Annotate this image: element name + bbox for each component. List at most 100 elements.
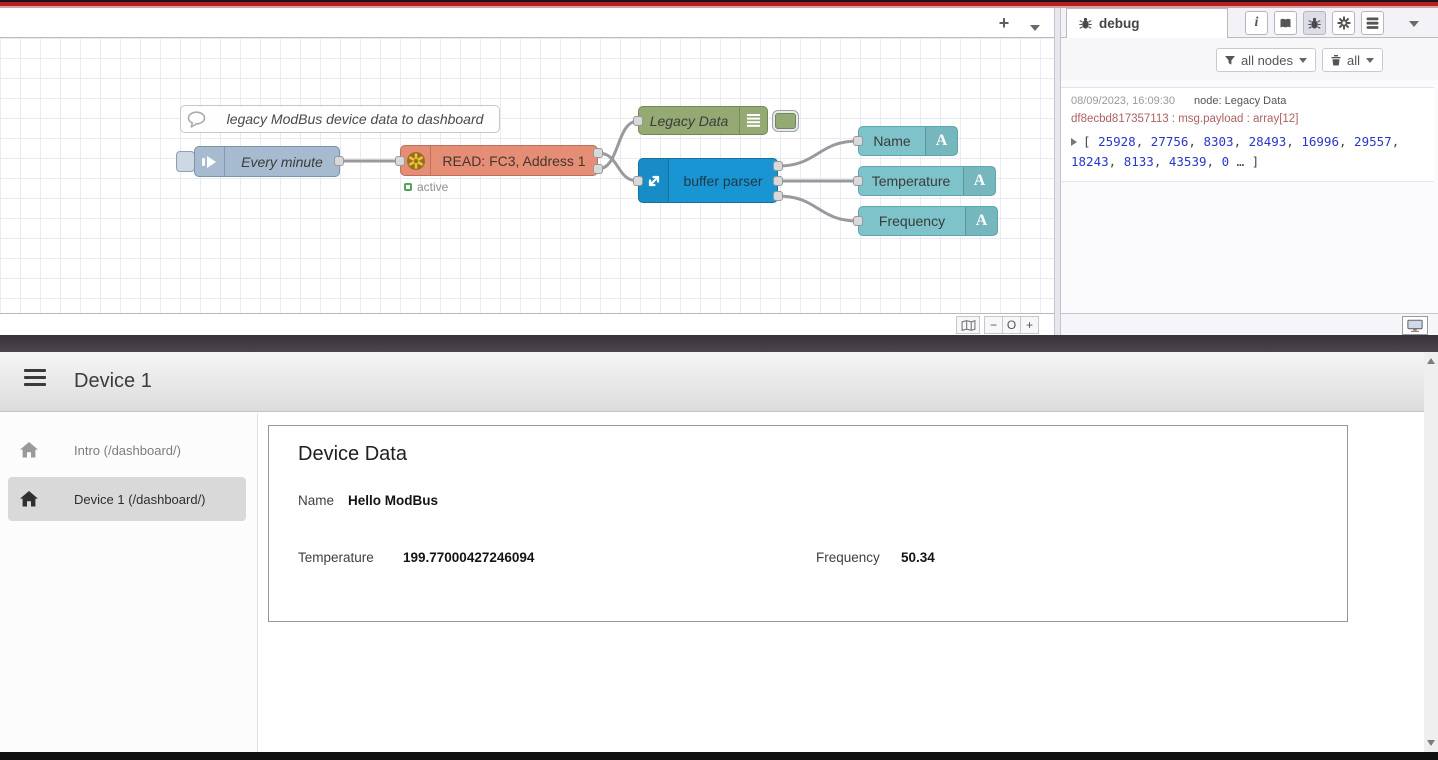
ui-text-label: Temperature <box>859 167 963 195</box>
flow-list-chevron-icon[interactable] <box>1030 25 1040 31</box>
sidebar-tabrow: debug i <box>1061 8 1438 38</box>
menu-button[interactable] <box>24 369 46 386</box>
monitor-icon <box>1407 319 1423 333</box>
frequency-value: 50.34 <box>901 550 935 565</box>
dashboard-scrollbar[interactable] <box>1424 352 1438 752</box>
inject-node-label: Every minute <box>225 147 339 176</box>
expand-arrow-icon[interactable] <box>1071 138 1077 146</box>
tab-debug-button[interactable] <box>1303 11 1326 35</box>
wire[interactable] <box>598 121 638 169</box>
wire[interactable] <box>778 141 858 166</box>
debug-footer <box>1061 313 1438 335</box>
tab-info-button[interactable]: i <box>1245 11 1268 35</box>
inject-node[interactable]: Every minute <box>194 146 340 177</box>
status-text: active <box>417 180 448 194</box>
buffer-parser-label: buffer parser <box>669 159 777 202</box>
port-in[interactable] <box>853 216 863 226</box>
debug-list-icon <box>739 107 767 134</box>
card-title: Device Data <box>298 443 407 466</box>
zoom-in-button[interactable]: + <box>1020 316 1039 334</box>
add-flow-button[interactable]: + <box>994 13 1014 33</box>
comment-bubble-icon <box>181 106 211 132</box>
comment-node-label: legacy ModBus device data to dashboard <box>211 106 499 132</box>
debug-message[interactable]: 08/09/2023, 16:09:30 node: Legacy Data d… <box>1061 87 1434 182</box>
tab-context-button[interactable] <box>1361 11 1384 35</box>
tab-help-button[interactable] <box>1274 11 1297 35</box>
flow-canvas[interactable]: legacy ModBus device data to dashboard E… <box>0 38 1054 313</box>
port-in[interactable] <box>853 136 863 146</box>
wire[interactable] <box>778 196 858 221</box>
ui-text-node-frequency[interactable]: Frequency A <box>858 206 998 236</box>
trash-icon <box>1331 55 1341 66</box>
temperature-value: 199.77000427246094 <box>403 550 534 565</box>
port-out[interactable] <box>773 161 783 171</box>
ui-text-label: Frequency <box>859 207 965 235</box>
tab-debug[interactable]: debug <box>1066 8 1228 38</box>
debug-msgid-path: df8ecbd817357113 : msg.payload : array[1… <box>1071 113 1424 125</box>
gear-icon <box>1337 16 1351 30</box>
port-out[interactable] <box>593 148 603 158</box>
debug-node[interactable]: Legacy Data <box>638 106 768 135</box>
ui-text-label: Name <box>859 127 925 155</box>
flow-tabbar: + <box>0 8 1054 38</box>
zoom-reset-button[interactable]: O <box>1002 316 1021 334</box>
port-out[interactable] <box>773 176 783 186</box>
debug-sidebar: debug i all nodes <box>1061 8 1438 335</box>
ui-text-node-temperature[interactable]: Temperature A <box>858 166 996 196</box>
chevron-down-icon <box>1366 58 1374 63</box>
dashboard-sidebar: Intro (/dashboard/) Device 1 (/dashboard… <box>0 413 258 752</box>
modbus-read-node[interactable]: READ: FC3, Address 1 <box>400 145 598 176</box>
screen: + legacy ModBus device data to dashboard <box>0 0 1438 760</box>
bug-icon <box>1308 17 1321 30</box>
text-a-icon: A <box>963 167 995 195</box>
debug-payload-array: [ 25928, 27756, 8303, 28493, 16996, 2955… <box>1071 134 1399 169</box>
debug-source-node: node: Legacy Data <box>1194 95 1286 107</box>
tab-config-button[interactable] <box>1332 11 1355 35</box>
port-out[interactable] <box>773 191 783 201</box>
debug-enable-toggle[interactable] <box>772 110 799 132</box>
scroll-down-icon[interactable] <box>1427 740 1435 746</box>
clear-messages-label: all <box>1347 53 1360 68</box>
sidebar-menu-chevron-icon[interactable] <box>1409 21 1419 27</box>
info-icon: i <box>1255 15 1259 31</box>
port-out[interactable] <box>334 156 344 166</box>
debug-filter-row: all nodes all <box>1061 38 1438 80</box>
navigator-button[interactable] <box>956 316 980 334</box>
wire[interactable] <box>598 153 638 181</box>
sidebar-item-label: Device 1 (/dashboard/) <box>74 492 206 507</box>
frequency-label: Frequency <box>816 550 880 565</box>
port-in[interactable] <box>633 116 643 126</box>
open-debug-window-button[interactable] <box>1402 316 1428 335</box>
port-in[interactable] <box>853 176 863 186</box>
inject-arrow-icon <box>195 147 225 176</box>
window-bottom-edge <box>0 752 1438 760</box>
debug-timestamp: 08/09/2023, 16:09:30 <box>1071 95 1175 107</box>
port-out[interactable] <box>593 164 603 174</box>
zoom-out-button[interactable]: − <box>984 316 1003 334</box>
device-data-card: Device Data Name Hello ModBus Temperatur… <box>268 425 1348 622</box>
port-in[interactable] <box>395 156 405 166</box>
home-icon <box>20 491 38 507</box>
port-in[interactable] <box>633 176 643 186</box>
ui-text-node-name[interactable]: Name A <box>858 126 958 156</box>
name-label: Name <box>298 493 334 508</box>
text-a-icon: A <box>925 127 957 155</box>
modbus-read-label: READ: FC3, Address 1 <box>431 146 597 175</box>
buffer-parser-node[interactable]: buffer parser <box>638 158 778 203</box>
sidebar-resize-handle[interactable] <box>1054 8 1061 335</box>
text-a-icon: A <box>965 207 997 235</box>
sidebar-item-intro[interactable]: Intro (/dashboard/) <box>8 429 246 471</box>
clear-messages-button[interactable]: all <box>1322 48 1383 72</box>
window-separator <box>0 335 1438 352</box>
dashboard-header: Device 1 <box>0 352 1438 412</box>
sidebar-item-device1[interactable]: Device 1 (/dashboard/) <box>8 477 246 521</box>
filter-nodes-label: all nodes <box>1241 53 1293 68</box>
status-ring-icon <box>404 183 412 191</box>
funnel-icon <box>1225 56 1235 65</box>
inject-button[interactable] <box>176 151 195 172</box>
scroll-up-icon[interactable] <box>1427 358 1435 364</box>
home-icon <box>20 442 38 458</box>
filter-nodes-button[interactable]: all nodes <box>1216 48 1316 72</box>
chevron-down-icon <box>1299 58 1307 63</box>
comment-node[interactable]: legacy ModBus device data to dashboard <box>180 105 500 133</box>
